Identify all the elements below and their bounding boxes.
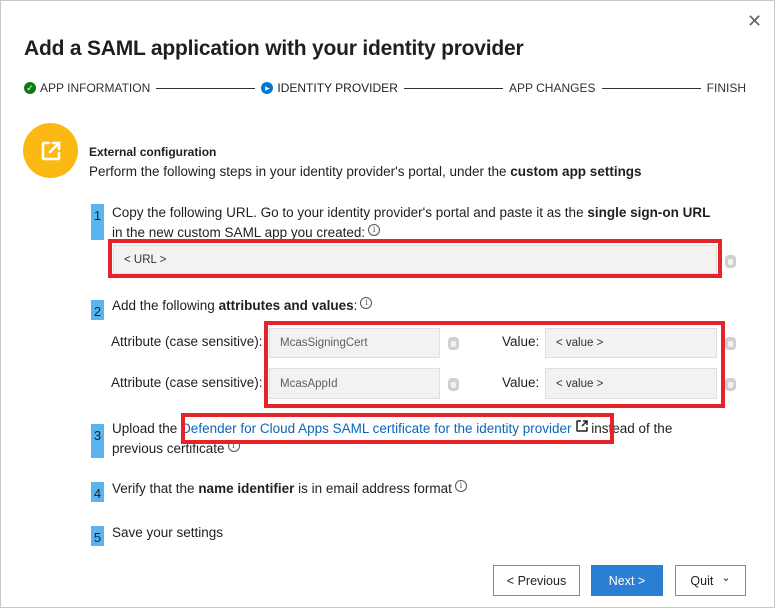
next-button[interactable]: Next > xyxy=(591,565,663,596)
quit-button[interactable]: Quit ⌄ xyxy=(675,565,746,596)
external-link-icon xyxy=(23,123,78,178)
step-number-3: 3 xyxy=(91,424,104,458)
stepper-step-label: IDENTITY PROVIDER xyxy=(277,81,398,95)
description-text: Perform the following steps in your iden… xyxy=(89,164,511,179)
step-bold-text: attributes and values xyxy=(218,298,354,313)
step-2-text: Add the following attributes and values:… xyxy=(112,296,373,316)
step-number-2: 2 xyxy=(91,300,104,320)
sso-url-field[interactable]: < URL > xyxy=(113,245,717,274)
copy-icon[interactable] xyxy=(448,337,459,350)
close-icon[interactable]: ✕ xyxy=(747,11,762,32)
step-text: Verify that the xyxy=(112,481,199,496)
info-icon[interactable]: i xyxy=(360,296,373,309)
step-1-text: Copy the following URL. Go to your ident… xyxy=(112,203,710,243)
attribute-name-field[interactable]: McasAppId xyxy=(269,368,440,399)
attribute-value-field[interactable]: < value > xyxy=(545,368,717,399)
check-circle-icon: ✓ xyxy=(24,82,36,94)
copy-icon[interactable] xyxy=(725,378,736,391)
info-icon[interactable]: i xyxy=(454,479,467,492)
external-link-icon xyxy=(575,420,588,432)
previous-button[interactable]: < Previous xyxy=(493,565,580,596)
certificate-download-link[interactable]: Defender for Cloud Apps SAML certificate… xyxy=(181,421,571,436)
step-number-4: 4 xyxy=(91,482,104,502)
attribute-label: Attribute (case sensitive): xyxy=(111,375,263,390)
value-label: Value: xyxy=(502,334,540,349)
info-icon[interactable]: i xyxy=(368,223,381,236)
step-text: Add the following xyxy=(112,298,219,313)
value-label: Value: xyxy=(502,375,540,390)
stepper-connector xyxy=(403,87,504,89)
stepper-step-app-changes: APP CHANGES xyxy=(509,81,595,95)
description-bold: custom app settings xyxy=(510,164,642,179)
copy-icon[interactable] xyxy=(725,255,736,268)
copy-icon[interactable] xyxy=(448,378,459,391)
external-config-title: External configuration xyxy=(89,145,217,159)
attribute-value-field[interactable]: < value > xyxy=(545,328,717,358)
step-bold-text: name identifier xyxy=(198,481,295,496)
stepper-step-identity-provider: ▸ IDENTITY PROVIDER xyxy=(261,81,398,95)
saml-dialog: ✕ Add a SAML application with your ident… xyxy=(0,0,775,608)
step-5-text: Save your settings xyxy=(112,525,224,540)
step-number-5: 5 xyxy=(91,526,104,546)
chevron-down-icon: ⌄ xyxy=(721,572,731,584)
step-text: Copy the following URL. Go to your ident… xyxy=(112,205,588,220)
step-text: instead of the xyxy=(587,421,673,436)
stepper-connector xyxy=(601,87,701,89)
copy-icon[interactable] xyxy=(725,337,736,350)
step-bold-text: single sign-on URL xyxy=(587,205,711,220)
stepper-step-label: APP INFORMATION xyxy=(40,81,151,95)
step-text: in the new custom SAML app you created: xyxy=(112,225,366,240)
play-circle-icon: ▸ xyxy=(261,82,274,94)
dialog-title: Add a SAML application with your identit… xyxy=(24,37,524,60)
step-4-text: Verify that the name identifier is in em… xyxy=(112,479,467,499)
external-config-description: Perform the following steps in your iden… xyxy=(89,164,642,179)
attribute-label: Attribute (case sensitive): xyxy=(111,334,263,349)
wizard-stepper: ✓ APP INFORMATION ▸ IDENTITY PROVIDER AP… xyxy=(24,80,746,96)
stepper-step-finish: FINISH xyxy=(707,81,746,95)
quit-label: Quit xyxy=(690,573,714,588)
stepper-connector xyxy=(156,87,256,89)
stepper-step-app-information: ✓ APP INFORMATION xyxy=(24,81,150,95)
step-text: : xyxy=(353,298,358,313)
stepper-step-label: FINISH xyxy=(706,81,746,95)
step-text: previous certificate xyxy=(112,441,225,456)
step-number-1: 1 xyxy=(91,204,104,240)
step-text: Upload the xyxy=(112,421,182,436)
attribute-name-field[interactable]: McasSigningCert xyxy=(269,328,440,358)
step-text: is in email address format xyxy=(294,481,452,496)
stepper-step-label: APP CHANGES xyxy=(509,81,596,95)
step-3-text: Upload the Defender for Cloud Apps SAML … xyxy=(112,419,672,459)
info-icon[interactable]: i xyxy=(227,439,240,452)
